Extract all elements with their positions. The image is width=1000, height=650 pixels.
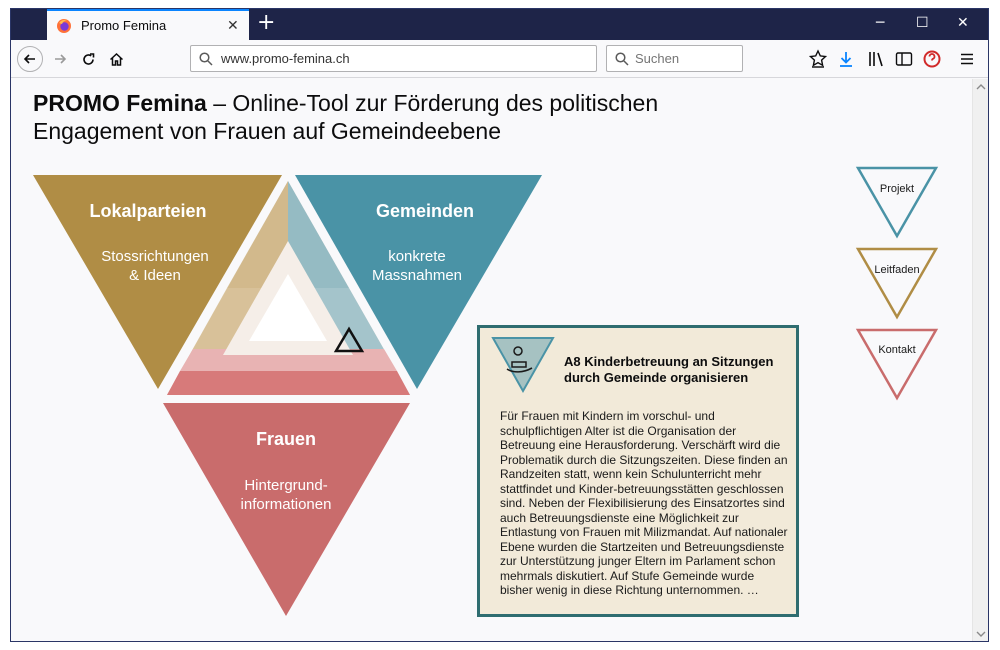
home-button[interactable] — [103, 46, 129, 72]
reload-button[interactable] — [75, 46, 101, 72]
nav-label-leitfaden: Leitfaden — [874, 264, 919, 276]
search-icon — [615, 52, 629, 66]
frauen-line1: Hintergrund- — [244, 477, 327, 494]
nav-triangle-projekt-shape — [855, 166, 939, 239]
mosaic-red-band — [167, 371, 410, 395]
search-input[interactable] — [635, 51, 735, 66]
url-input[interactable] — [221, 51, 581, 66]
side-nav: Projekt Leitfaden Kontakt — [855, 166, 939, 401]
extension-icon[interactable] — [922, 49, 942, 69]
title-bar: Promo Femina ✕ + ─ ☐ ✕ — [11, 9, 988, 40]
library-icon[interactable] — [866, 49, 886, 69]
gemeinden-title: Gemeinden — [376, 201, 474, 221]
back-button[interactable] — [17, 46, 43, 72]
minimize-icon[interactable]: ─ — [876, 15, 884, 31]
search-icon — [199, 52, 213, 66]
nav-triangle-kontakt-shape — [855, 328, 939, 401]
sidebar-icon[interactable] — [894, 49, 914, 69]
search-bar[interactable] — [606, 45, 743, 72]
firefox-icon — [57, 19, 71, 33]
nav-label-projekt: Projekt — [880, 183, 914, 195]
vertical-scrollbar[interactable] — [972, 79, 988, 641]
browser-tab[interactable]: Promo Femina ✕ — [47, 9, 249, 40]
card-title: A8 Kinderbetreuung an Sitzungen durch Ge… — [564, 354, 774, 385]
triangle-frauen[interactable]: Frauen Hintergrund- informationen — [163, 403, 410, 616]
menu-icon[interactable] — [957, 49, 977, 69]
nav-triangle-leitfaden-shape — [855, 247, 939, 320]
window-close-icon[interactable]: ✕ — [957, 15, 969, 31]
url-bar[interactable] — [190, 45, 597, 72]
info-card: A8 Kinderbetreuung an Sitzungen durch Ge… — [477, 325, 799, 617]
arrow-right-icon — [55, 54, 67, 64]
card-body: Für Frauen mit Kindern im vorschul- und … — [500, 409, 788, 597]
reload-icon — [82, 52, 94, 65]
home-icon — [109, 52, 123, 66]
tab-title: Promo Femina — [81, 18, 167, 33]
nav-triangle-kontakt[interactable]: Kontakt — [855, 328, 939, 401]
new-tab-icon[interactable]: + — [257, 12, 275, 34]
tab-close-icon[interactable]: ✕ — [227, 17, 239, 34]
forward-button[interactable] — [47, 46, 73, 72]
browser-window: Promo Femina ✕ + ─ ☐ ✕ www.promo-femina.… — [10, 8, 989, 642]
page-content: PROMO Femina – Online-Tool zur Förderung… — [11, 79, 974, 641]
frauen-title: Frauen — [256, 429, 316, 449]
nav-triangle-leitfaden[interactable]: Leitfaden — [855, 247, 939, 320]
lokalparteien-title: Lokalparteien — [89, 201, 206, 221]
bookmark-star-icon[interactable] — [808, 49, 828, 69]
gemeinden-line2: Massnahmen — [372, 267, 462, 284]
nav-label-kontakt: Kontakt — [878, 344, 915, 356]
nav-bar — [11, 40, 988, 78]
lokalparteien-line2: & Ideen — [129, 267, 181, 284]
lokalparteien-line1: Stossrichtungen — [101, 248, 209, 265]
download-icon[interactable] — [836, 49, 856, 69]
maximize-icon[interactable]: ☐ — [916, 15, 929, 31]
scroll-down-icon[interactable] — [976, 630, 986, 638]
frauen-line2: informationen — [241, 496, 332, 513]
scroll-up-icon[interactable] — [976, 83, 986, 91]
childcare-hand-icon — [491, 337, 555, 394]
gemeinden-line1: konkrete — [388, 248, 446, 265]
arrow-left-icon — [23, 54, 35, 64]
nav-triangle-projekt[interactable]: Projekt — [855, 166, 939, 239]
